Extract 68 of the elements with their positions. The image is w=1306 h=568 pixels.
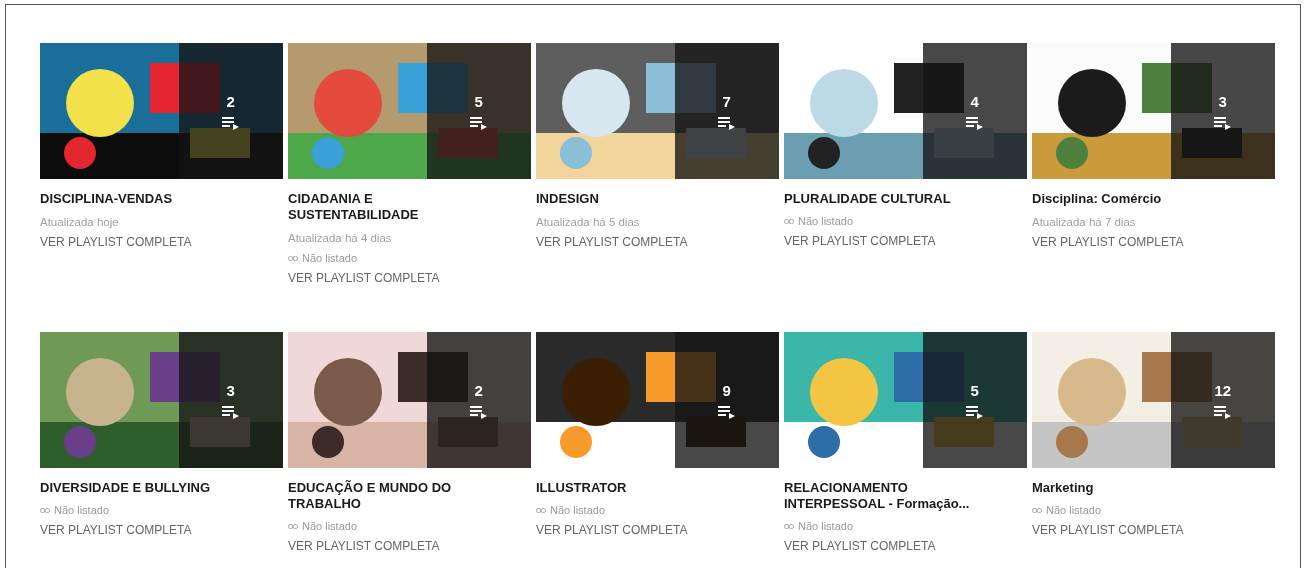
view-playlist-link[interactable]: VER PLAYLIST COMPLETA bbox=[288, 271, 440, 285]
count-overlay[interactable]: 2 bbox=[178, 43, 283, 179]
playlist-icon bbox=[469, 404, 488, 419]
video-count: 2 bbox=[474, 381, 483, 399]
playlist-title[interactable]: Marketing bbox=[1032, 480, 1094, 496]
playlist-icon bbox=[717, 115, 736, 130]
playlist-title[interactable]: INDESIGN bbox=[536, 191, 599, 207]
playlist-title[interactable]: PLURALIDADE CULTURAL bbox=[784, 191, 951, 207]
visibility-label: Não listado bbox=[798, 520, 854, 532]
view-playlist-link[interactable]: VER PLAYLIST COMPLETA bbox=[784, 234, 936, 248]
view-playlist-link[interactable]: VER PLAYLIST COMPLETA bbox=[536, 235, 688, 249]
playlist-title[interactable]: RELACIONAMENTO INTERPESSOAL - Formação... bbox=[784, 480, 984, 512]
playlist-title[interactable]: DISCIPLINA-VENDAS bbox=[40, 191, 173, 207]
visibility-label: Não listado bbox=[550, 504, 606, 516]
playlist-icon bbox=[965, 404, 984, 419]
link-icon bbox=[784, 218, 794, 224]
visibility-label: Não listado bbox=[302, 520, 358, 532]
count-overlay[interactable]: 5 bbox=[922, 332, 1027, 468]
video-count: 3 bbox=[1218, 92, 1227, 110]
count-overlay[interactable]: 3 bbox=[1170, 43, 1275, 179]
count-overlay[interactable]: 2 bbox=[426, 332, 531, 468]
visibility-label: Não listado bbox=[302, 252, 358, 264]
link-icon bbox=[1032, 507, 1042, 513]
video-count: 5 bbox=[474, 92, 483, 110]
count-overlay[interactable]: 9 bbox=[674, 332, 779, 468]
visibility-label: Não listado bbox=[1046, 504, 1102, 516]
video-count: 4 bbox=[970, 92, 979, 110]
playlist-icon bbox=[1213, 115, 1232, 130]
playlist-icon bbox=[221, 115, 240, 130]
link-icon bbox=[536, 507, 546, 513]
view-playlist-link[interactable]: VER PLAYLIST COMPLETA bbox=[1032, 523, 1184, 537]
view-playlist-link[interactable]: VER PLAYLIST COMPLETA bbox=[536, 523, 688, 537]
updated-label: Atualizada hoje bbox=[40, 216, 119, 228]
video-count: 7 bbox=[722, 92, 731, 110]
playlist-title[interactable]: ILLUSTRATOR bbox=[536, 480, 627, 496]
link-icon bbox=[784, 523, 794, 529]
visibility-label: Não listado bbox=[54, 504, 110, 516]
view-playlist-link[interactable]: VER PLAYLIST COMPLETA bbox=[1032, 235, 1184, 249]
count-overlay[interactable]: 3 bbox=[178, 332, 283, 468]
playlist-icon bbox=[965, 115, 984, 130]
playlist-title[interactable]: DIVERSIDADE E BULLYING bbox=[40, 480, 210, 496]
count-overlay[interactable]: 5 bbox=[426, 43, 531, 179]
link-icon bbox=[40, 507, 50, 513]
view-playlist-link[interactable]: VER PLAYLIST COMPLETA bbox=[40, 235, 192, 249]
playlist-title[interactable]: Disciplina: Comércio bbox=[1032, 191, 1162, 207]
video-count: 5 bbox=[970, 381, 979, 399]
updated-label: Atualizada há 5 dias bbox=[536, 216, 640, 228]
view-playlist-link[interactable]: VER PLAYLIST COMPLETA bbox=[288, 539, 440, 553]
visibility-label: Não listado bbox=[798, 215, 854, 227]
playlist-title[interactable]: EDUCAÇÃO E MUNDO DO TRABALHO bbox=[288, 480, 488, 512]
count-overlay[interactable]: 4 bbox=[922, 43, 1027, 179]
video-count: 9 bbox=[722, 381, 731, 399]
playlist-icon bbox=[1213, 404, 1232, 419]
updated-label: Atualizada há 7 dias bbox=[1032, 216, 1136, 228]
updated-label: Atualizada há 4 dias bbox=[288, 232, 392, 244]
playlist-icon bbox=[717, 404, 736, 419]
video-count: 12 bbox=[1214, 381, 1232, 399]
count-overlay[interactable]: 7 bbox=[674, 43, 779, 179]
link-icon bbox=[288, 523, 298, 529]
playlist-icon bbox=[469, 115, 488, 130]
video-count: 3 bbox=[226, 381, 235, 399]
video-count: 2 bbox=[226, 92, 235, 110]
view-playlist-link[interactable]: VER PLAYLIST COMPLETA bbox=[784, 539, 936, 553]
playlist-icon bbox=[221, 404, 240, 419]
view-playlist-link[interactable]: VER PLAYLIST COMPLETA bbox=[40, 523, 192, 537]
playlist-title[interactable]: CIDADANIA E SUSTENTABILIDADE bbox=[288, 191, 488, 223]
count-overlay[interactable]: 12 bbox=[1170, 332, 1275, 468]
link-icon bbox=[288, 255, 298, 261]
